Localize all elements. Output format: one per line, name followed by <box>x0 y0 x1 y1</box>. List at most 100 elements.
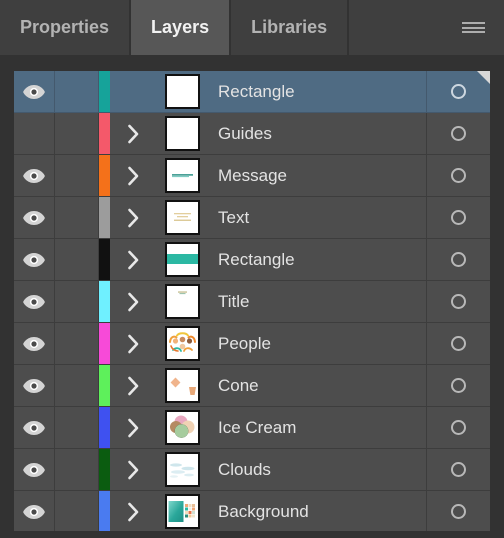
expand-toggle[interactable] <box>110 449 156 490</box>
layer-thumbnail-cell[interactable] <box>156 113 208 154</box>
visibility-toggle[interactable] <box>14 449 55 490</box>
lock-toggle[interactable] <box>55 491 99 531</box>
lock-toggle[interactable] <box>55 197 99 238</box>
layer-name-cell[interactable]: Rectangle <box>208 239 426 280</box>
visibility-toggle[interactable] <box>14 323 55 364</box>
target-circle-icon[interactable] <box>451 84 466 99</box>
layer-target-cell[interactable] <box>426 113 490 154</box>
chevron-right-icon[interactable] <box>127 376 140 396</box>
visibility-toggle[interactable] <box>14 281 55 322</box>
chevron-right-icon[interactable] <box>127 334 140 354</box>
layer-target-cell[interactable] <box>426 449 490 490</box>
chevron-right-icon[interactable] <box>127 250 140 270</box>
layer-name-cell[interactable]: Guides <box>208 113 426 154</box>
layer-row[interactable]: Title <box>14 281 490 323</box>
visibility-toggle[interactable] <box>14 197 55 238</box>
target-circle-icon[interactable] <box>451 504 466 519</box>
layer-name-cell[interactable]: People <box>208 323 426 364</box>
visibility-toggle[interactable] <box>14 71 55 112</box>
expand-toggle[interactable] <box>110 155 156 196</box>
lock-toggle[interactable] <box>55 323 99 364</box>
layer-thumbnail-cell[interactable] <box>156 449 208 490</box>
layer-row[interactable]: Message <box>14 155 490 197</box>
expand-toggle[interactable] <box>110 113 156 154</box>
target-circle-icon[interactable] <box>451 294 466 309</box>
expand-toggle[interactable] <box>110 197 156 238</box>
chevron-right-icon[interactable] <box>127 292 140 312</box>
lock-toggle[interactable] <box>55 449 99 490</box>
visibility-toggle[interactable] <box>14 365 55 406</box>
tab-libraries[interactable]: Libraries <box>231 0 348 55</box>
panel-menu-button[interactable] <box>442 0 504 55</box>
target-circle-icon[interactable] <box>451 378 466 393</box>
layer-target-cell[interactable] <box>426 407 490 448</box>
target-circle-icon[interactable] <box>451 210 466 225</box>
layer-target-cell[interactable] <box>426 281 490 322</box>
layer-name-cell[interactable]: Message <box>208 155 426 196</box>
chevron-right-icon[interactable] <box>127 502 140 522</box>
layer-thumbnail-cell[interactable] <box>156 155 208 196</box>
layer-thumbnail-cell[interactable] <box>156 71 208 112</box>
layer-row[interactable]: Rectangle <box>14 71 490 113</box>
layer-thumbnail-cell[interactable] <box>156 365 208 406</box>
target-circle-icon[interactable] <box>451 420 466 435</box>
layer-row[interactable]: Cone <box>14 365 490 407</box>
layer-row[interactable]: People <box>14 323 490 365</box>
chevron-right-icon[interactable] <box>127 166 140 186</box>
layer-thumbnail-cell[interactable] <box>156 197 208 238</box>
chevron-right-icon[interactable] <box>127 460 140 480</box>
tab-layers[interactable]: Layers <box>131 0 230 55</box>
target-circle-icon[interactable] <box>451 168 466 183</box>
layer-name-cell[interactable]: Title <box>208 281 426 322</box>
target-circle-icon[interactable] <box>451 252 466 267</box>
target-circle-icon[interactable] <box>451 126 466 141</box>
layer-row[interactable]: Ice Cream <box>14 407 490 449</box>
expand-toggle[interactable] <box>110 365 156 406</box>
lock-toggle[interactable] <box>55 239 99 280</box>
lock-toggle[interactable] <box>55 281 99 322</box>
layer-row[interactable]: Clouds <box>14 449 490 491</box>
expand-toggle[interactable] <box>110 491 156 531</box>
layer-name-cell[interactable]: Text <box>208 197 426 238</box>
target-circle-icon[interactable] <box>451 336 466 351</box>
visibility-toggle[interactable] <box>14 491 55 531</box>
layer-thumbnail-cell[interactable] <box>156 239 208 280</box>
layer-row[interactable]: Guides <box>14 113 490 155</box>
lock-toggle[interactable] <box>55 113 99 154</box>
layer-target-cell[interactable] <box>426 323 490 364</box>
expand-toggle[interactable] <box>110 323 156 364</box>
layer-name-cell[interactable]: Ice Cream <box>208 407 426 448</box>
target-circle-icon[interactable] <box>451 462 466 477</box>
expand-toggle[interactable] <box>110 407 156 448</box>
layer-target-cell[interactable] <box>426 365 490 406</box>
chevron-right-icon[interactable] <box>127 418 140 438</box>
lock-toggle[interactable] <box>55 365 99 406</box>
layer-row[interactable]: Background <box>14 491 490 531</box>
expand-toggle[interactable] <box>110 281 156 322</box>
layer-target-cell[interactable] <box>426 491 490 531</box>
layer-name-cell[interactable]: Background <box>208 491 426 531</box>
tab-properties[interactable]: Properties <box>0 0 130 55</box>
expand-toggle[interactable] <box>110 71 156 112</box>
lock-toggle[interactable] <box>55 71 99 112</box>
visibility-toggle[interactable] <box>14 113 55 154</box>
layer-target-cell[interactable] <box>426 155 490 196</box>
layer-name-cell[interactable]: Cone <box>208 365 426 406</box>
chevron-right-icon[interactable] <box>127 208 140 228</box>
visibility-toggle[interactable] <box>14 407 55 448</box>
layer-list[interactable]: Rectangle Guides Message Text Rectangle Title… <box>14 71 490 531</box>
layer-target-cell[interactable] <box>426 239 490 280</box>
layer-target-cell[interactable] <box>426 197 490 238</box>
layer-name-cell[interactable]: Clouds <box>208 449 426 490</box>
visibility-toggle[interactable] <box>14 155 55 196</box>
chevron-right-icon[interactable] <box>127 124 140 144</box>
layer-thumbnail-cell[interactable] <box>156 281 208 322</box>
visibility-toggle[interactable] <box>14 239 55 280</box>
lock-toggle[interactable] <box>55 155 99 196</box>
lock-toggle[interactable] <box>55 407 99 448</box>
layer-thumbnail-cell[interactable] <box>156 407 208 448</box>
layer-name-cell[interactable]: Rectangle <box>208 71 426 112</box>
expand-toggle[interactable] <box>110 239 156 280</box>
layer-row[interactable]: Rectangle <box>14 239 490 281</box>
layer-thumbnail-cell[interactable] <box>156 491 208 531</box>
